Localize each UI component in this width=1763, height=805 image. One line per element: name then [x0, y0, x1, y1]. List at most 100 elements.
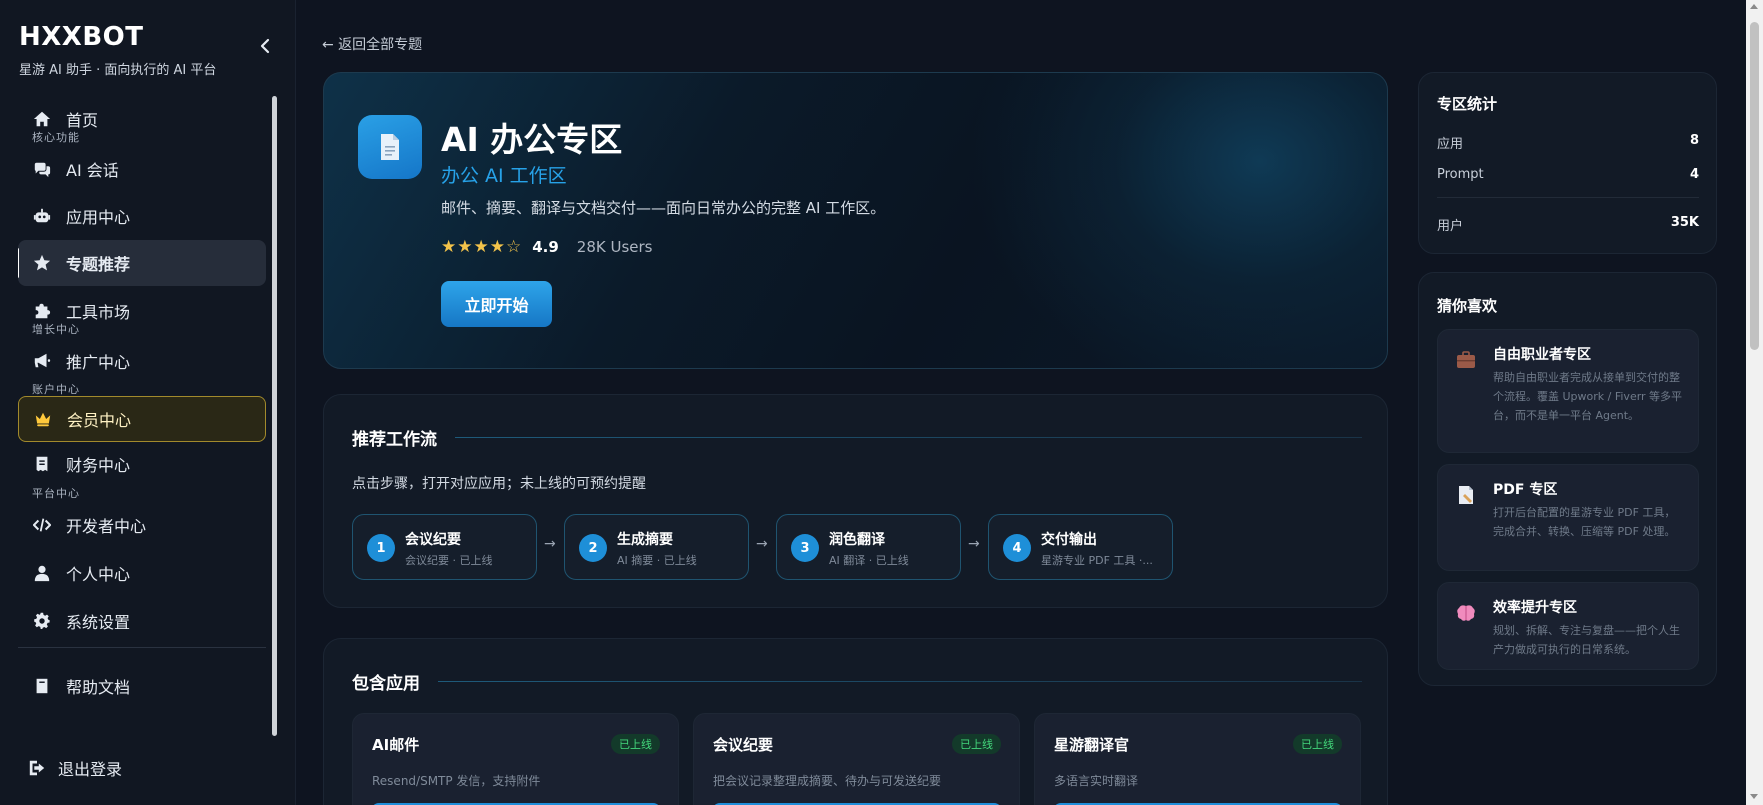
scroll-down-arrow-icon[interactable] [1750, 794, 1758, 799]
app-name: 会议纪要 [713, 736, 774, 754]
sidebar-scrollbar[interactable] [272, 96, 277, 736]
app-root: HXXBOT 星游 AI 助手 · 面向执行的 AI 平台 首页 核心功能 AI… [0, 0, 1763, 805]
sidebar-item-label: 系统设置 [66, 613, 131, 632]
logout-label: 退出登录 [58, 760, 123, 779]
document-icon [1455, 484, 1477, 506]
sidebar-nav: 首页 核心功能 AI 会话 应用中心 专题推荐 工具市场 增长中心 推广中心 账… [18, 96, 266, 736]
stat-label: 应用 [1437, 137, 1464, 152]
topic-card-description: 帮助自由职业者完成从接单到交付的整个流程。覆盖 Upwork / Fiverr … [1493, 371, 1683, 422]
rating-stars: ★★★★☆ [441, 237, 523, 257]
sidebar-item-finance[interactable]: 财务中心 [18, 441, 266, 487]
nav-group-label: 增长中心 [32, 323, 80, 336]
puzzle-icon [32, 301, 52, 321]
app-description: 把会议记录整理成摘要、待办与可发送纪要 [713, 774, 942, 788]
stat-row: 应用 8 [1437, 133, 1699, 152]
step-subtitle: AI 摘要 · 已上线 [617, 554, 697, 567]
stat-label: 用户 [1437, 219, 1464, 234]
sidebar-item-ai-chat[interactable]: AI 会话 [18, 146, 266, 192]
app-card[interactable]: 星游翻译官 已上线 多语言实时翻译 [1034, 713, 1361, 805]
home-icon [32, 109, 52, 129]
workflow-title: 推荐工作流 [352, 430, 437, 450]
brain-icon [1455, 602, 1477, 624]
sidebar-item-settings[interactable]: 系统设置 [18, 598, 266, 644]
back-to-all-topics-link[interactable]: ← 返回全部专题 [322, 34, 422, 54]
stats-divider [1437, 197, 1699, 198]
step-title: 润色翻译 [829, 532, 885, 548]
topic-description: 邮件、摘要、翻译与文档交付——面向日常办公的完整 AI 工作区。 [441, 199, 886, 217]
topic-card-description: 规划、拆解、专注与复盘——把个人生产力做成可执行的日常系统。 [1493, 624, 1680, 656]
step-title: 会议纪要 [405, 532, 461, 548]
collapse-sidebar-button[interactable] [256, 36, 274, 56]
workflow-step[interactable]: 2 生成摘要 AI 摘要 · 已上线 [564, 514, 749, 580]
workflow-step[interactable]: 3 润色翻译 AI 翻译 · 已上线 [776, 514, 961, 580]
workflow-step[interactable]: 1 会议纪要 会议纪要 · 已上线 [352, 514, 537, 580]
sidebar-item-promotion[interactable]: 推广中心 [18, 338, 266, 384]
app-name: 星游翻译官 [1054, 736, 1130, 754]
book-icon [32, 676, 52, 696]
nav-group-label: 核心功能 [32, 131, 80, 144]
scrollbar-thumb[interactable] [1750, 22, 1759, 350]
code-icon [32, 515, 52, 535]
stat-row: Prompt 4 [1437, 167, 1699, 182]
step-title: 交付输出 [1041, 532, 1097, 548]
stat-value: 8 [1689, 133, 1699, 148]
step-subtitle: 星游专业 PDF 工具 ·... [1041, 554, 1153, 567]
recommended-topic-card[interactable]: 自由职业者专区 帮助自由职业者完成从接单到交付的整个流程。覆盖 Upwork /… [1437, 329, 1699, 453]
sidebar-item-developer[interactable]: 开发者中心 [18, 502, 266, 548]
sidebar-item-label: 会员中心 [67, 411, 132, 430]
step-number: 2 [579, 534, 607, 562]
status-badge: 已上线 [952, 734, 1001, 754]
sidebar-item-label: 工具市场 [66, 303, 131, 322]
chevron-left-icon [260, 38, 270, 54]
step-title: 生成摘要 [617, 532, 673, 548]
recommendations-title: 猜你喜欢 [1437, 297, 1498, 315]
sidebar-item-label: 个人中心 [66, 565, 131, 584]
sidebar-item-app-center[interactable]: 应用中心 [18, 193, 266, 239]
topic-subtitle: 办公 AI 工作区 [441, 165, 567, 187]
brand-logo[interactable]: HXXBOT [19, 22, 144, 52]
topic-card-description: 打开后台配置的星游专业 PDF 工具，完成合并、转换、压缩等 PDF 处理。 [1493, 506, 1676, 538]
topic-rating: ★★★★☆ 4.9 28K Users [441, 237, 652, 257]
gear-icon [32, 611, 52, 631]
workflow-step[interactable]: 4 交付输出 星游专业 PDF 工具 ·... [988, 514, 1173, 580]
app-description: Resend/SMTP 发信，支持附件 [372, 774, 541, 788]
app-card[interactable]: AI邮件 已上线 Resend/SMTP 发信，支持附件 [352, 713, 679, 805]
logout-button[interactable]: 退出登录 [28, 755, 122, 781]
sidebar-item-label: 帮助文档 [66, 678, 131, 697]
topic-card-title: 效率提升专区 [1493, 600, 1577, 616]
briefcase-icon [1455, 349, 1477, 371]
app-description: 多语言实时翻译 [1054, 774, 1139, 788]
sidebar-item-featured-topics[interactable]: 专题推荐 [18, 240, 266, 286]
rating-value: 4.9 [532, 238, 559, 256]
sidebar-item-label: 专题推荐 [66, 255, 131, 274]
start-now-button[interactable]: 立即开始 [441, 281, 552, 327]
step-arrow: → [968, 536, 980, 552]
sidebar-item-profile[interactable]: 个人中心 [18, 550, 266, 596]
workflow-header: 推荐工作流 [352, 425, 1362, 450]
stats-title: 专区统计 [1437, 95, 1498, 113]
star-icon [32, 253, 52, 273]
stat-label: Prompt [1437, 167, 1484, 182]
topic-card-title: PDF 专区 [1493, 482, 1558, 498]
sidebar-item-label: 开发者中心 [66, 517, 147, 536]
sidebar-item-label: 推广中心 [66, 353, 131, 372]
app-card[interactable]: 会议纪要 已上线 把会议记录整理成摘要、待办与可发送纪要 [693, 713, 1020, 805]
scroll-up-arrow-icon[interactable] [1750, 4, 1758, 9]
recommendations-panel: 猜你喜欢 自由职业者专区 帮助自由职业者完成从接单到交付的整个流程。覆盖 Upw… [1418, 272, 1717, 686]
crown-icon [33, 409, 53, 429]
topic-hero: AI 办公专区 办公 AI 工作区 邮件、摘要、翻译与文档交付——面向日常办公的… [323, 72, 1388, 369]
sidebar-item-label: 财务中心 [66, 456, 131, 475]
topic-title: AI 办公专区 [441, 120, 623, 159]
recommended-topic-card[interactable]: 效率提升专区 规划、拆解、专注与复盘——把个人生产力做成可执行的日常系统。 [1437, 582, 1699, 670]
sidebar-item-label: 首页 [66, 111, 99, 130]
sidebar-item-help-docs[interactable]: 帮助文档 [18, 663, 266, 709]
nav-group-label: 平台中心 [32, 487, 80, 500]
topic-stats-panel: 专区统计 应用 8 Prompt 4 用户 35K [1418, 72, 1717, 254]
page-scrollbar[interactable] [1746, 0, 1763, 805]
receipt-icon [32, 454, 52, 474]
robot-icon [32, 206, 52, 226]
step-number: 1 [367, 534, 395, 562]
sidebar-item-membership[interactable]: 会员中心 [18, 396, 266, 442]
recommended-topic-card[interactable]: PDF 专区 打开后台配置的星游专业 PDF 工具，完成合并、转换、压缩等 PD… [1437, 464, 1699, 571]
user-icon [32, 563, 52, 583]
